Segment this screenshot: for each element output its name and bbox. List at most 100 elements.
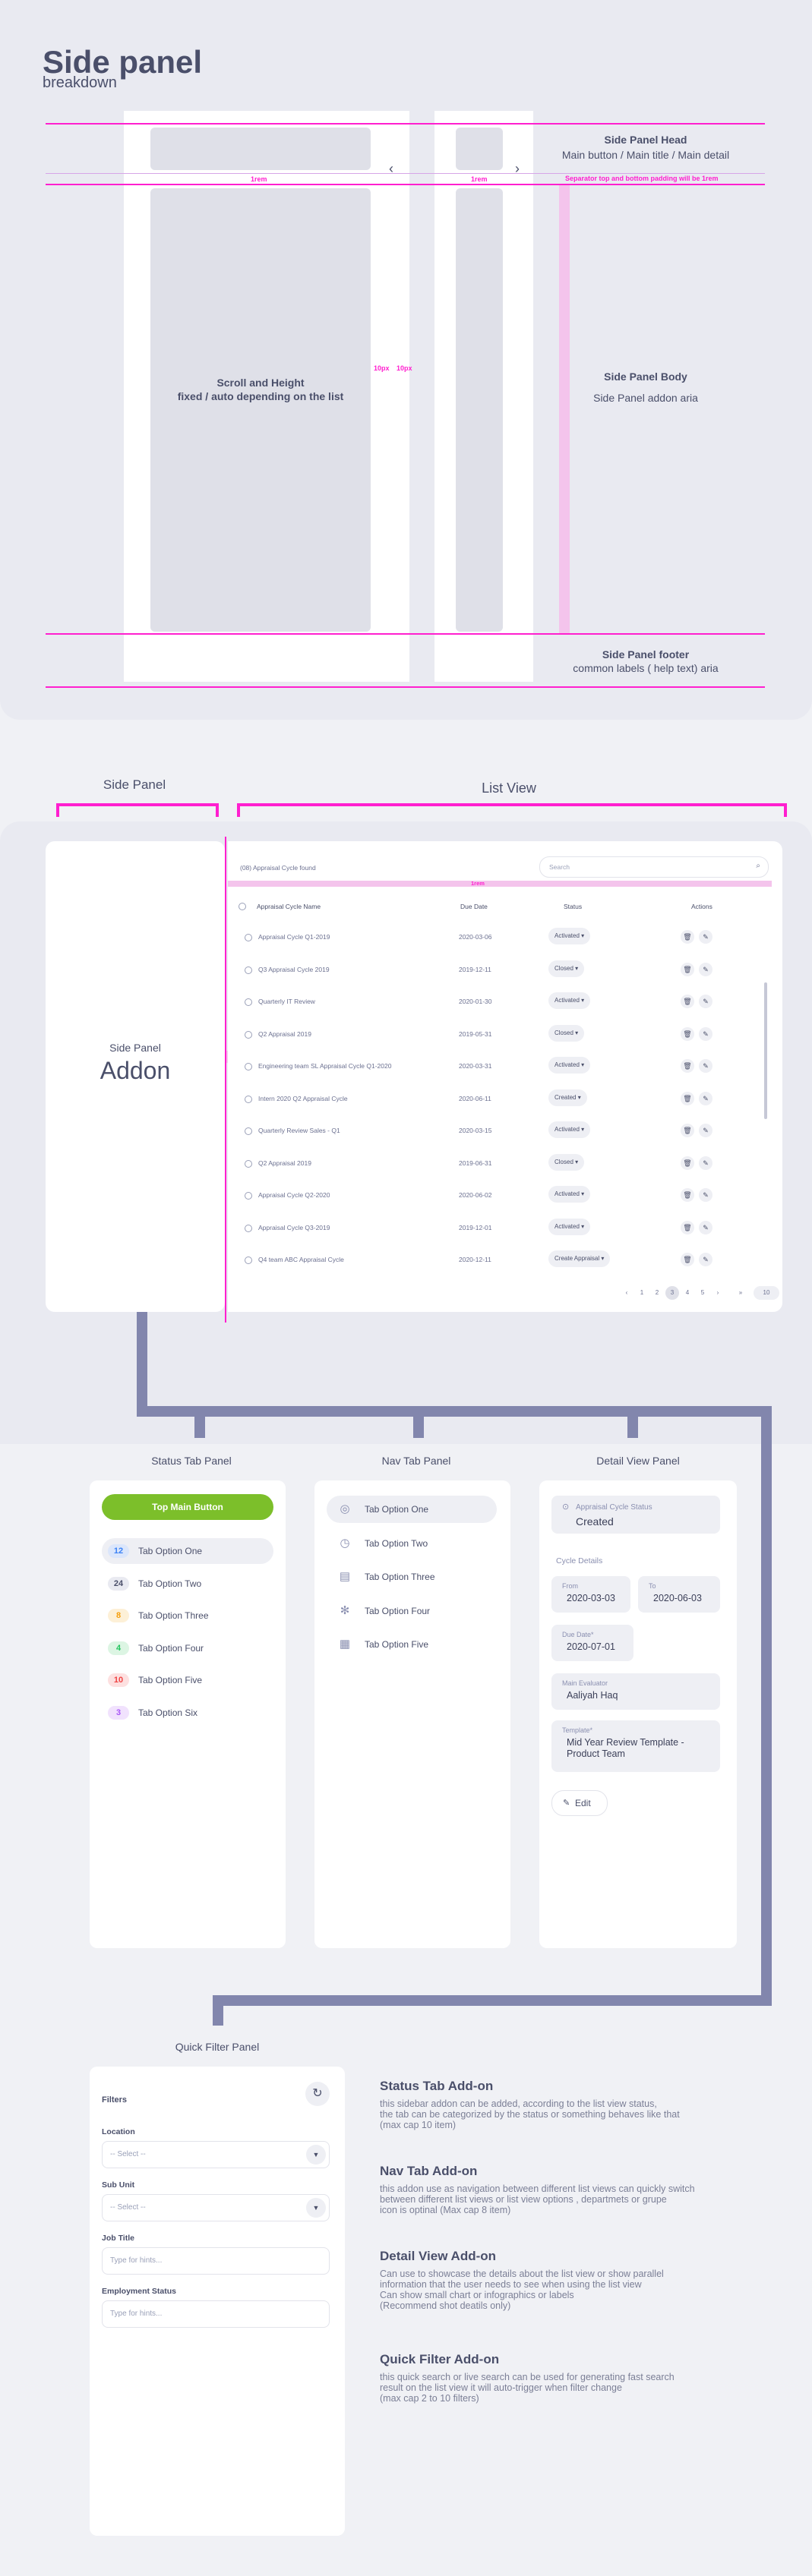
status-tab-item[interactable]: 10 Tab Option Five (102, 1667, 273, 1693)
row-checkbox[interactable] (245, 1127, 252, 1135)
subunit-select[interactable]: -- Select -- ▼ (102, 2194, 330, 2221)
table-row[interactable]: Appraisal Cycle Q2-2020 2020-06-02 Activat… (234, 1180, 754, 1211)
desc-nav-text: this addon use as navigation between dif… (380, 2183, 695, 2215)
status-badge[interactable]: Activated ▾ (548, 1121, 591, 1138)
status-text: Closed (554, 964, 573, 972)
status-badge[interactable]: Closed ▾ (548, 1153, 585, 1171)
status-tab-item[interactable]: 3 Tab Option Six (102, 1700, 273, 1726)
page-size-select[interactable]: 10 (754, 1286, 779, 1300)
employment-input[interactable]: Type for hints... (102, 2300, 330, 2328)
row-checkbox[interactable] (245, 1159, 252, 1168)
status-badge[interactable]: Activated ▾ (548, 928, 591, 944)
delete-icon[interactable]: 🗑 (681, 1253, 694, 1266)
edit-icon[interactable]: ✎ (699, 930, 712, 944)
status-badge[interactable]: Created ▾ (548, 1089, 587, 1106)
col-status[interactable]: Status (564, 903, 582, 910)
row-checkbox[interactable] (245, 1192, 252, 1200)
table-row[interactable]: Q4 team ABC Appraisal Cycle 2020-12-11 Cre… (234, 1244, 754, 1275)
row-checkbox[interactable] (245, 966, 252, 974)
arrow-left-icon[interactable]: ‹ (389, 161, 393, 177)
delete-icon[interactable]: 🗑 (681, 962, 694, 976)
status-tab-item[interactable]: 24 Tab Option Two (102, 1571, 273, 1597)
status-text: Closed (554, 1158, 573, 1165)
nav-tab-item[interactable]: ▤ Tab Option Three (327, 1563, 497, 1591)
nav-tab-item[interactable]: ▦ Tab Option Five (327, 1631, 497, 1658)
page-button[interactable]: » (734, 1286, 747, 1300)
delete-icon[interactable]: 🗑 (681, 1059, 694, 1073)
delete-icon[interactable]: 🗑 (681, 1220, 694, 1234)
desc-detail-text: Can use to showcase the details about th… (380, 2269, 664, 2311)
row-name: Appraisal Cycle Q1-2019 (258, 933, 330, 941)
table-row[interactable]: Q3 Appraisal Cycle 2019 2019-12-11 Closed … (234, 954, 754, 985)
tab-label: Tab Option One (365, 1504, 429, 1515)
edit-icon[interactable]: ✎ (699, 1026, 712, 1041)
row-checkbox[interactable] (245, 1030, 252, 1039)
page-button[interactable]: 5 (696, 1286, 709, 1300)
footer-title: Side Panel footer (602, 648, 690, 661)
row-checkbox[interactable] (245, 1063, 252, 1070)
col-name[interactable]: Appraisal Cycle Name (257, 903, 321, 910)
status-badge[interactable]: Activated ▾ (548, 1218, 591, 1235)
jobtitle-input[interactable]: Type for hints... (102, 2247, 330, 2275)
edit-icon[interactable]: ✎ (699, 1059, 712, 1073)
table-row[interactable]: Q2 Appraisal 2019 2019-06-31 Closed ▾ 🗑 ✎ (234, 1148, 754, 1179)
connector-bottom (213, 1995, 772, 2006)
edit-button[interactable]: ✎ Edit (551, 1790, 608, 1816)
status-tab-item[interactable]: 12 Tab Option One (102, 1538, 273, 1564)
detail-panel-title: Detail View Panel (596, 1455, 680, 1467)
table-row[interactable]: Quarterly IT Review 2020-01-30 Activated ▾… (234, 986, 754, 1017)
table-row[interactable]: Appraisal Cycle Q1-2019 2020-03-06 Activat… (234, 922, 754, 953)
page-button[interactable]: 4 (681, 1286, 694, 1300)
page-button[interactable]: ‹ (620, 1286, 633, 1300)
status-badge[interactable]: Closed ▾ (548, 960, 585, 977)
nav-tab-item[interactable]: ◷ Tab Option Two (327, 1530, 497, 1557)
delete-icon[interactable]: 🗑 (681, 1026, 694, 1041)
edit-icon[interactable]: ✎ (699, 1188, 712, 1202)
delete-icon[interactable]: 🗑 (681, 1124, 694, 1137)
delete-icon[interactable]: 🗑 (681, 1091, 694, 1105)
select-all-checkbox[interactable] (239, 903, 246, 910)
status-badge[interactable]: Create Appraisal ▾ (548, 1250, 611, 1267)
edit-icon[interactable]: ✎ (699, 962, 712, 976)
page-button[interactable]: › (711, 1286, 725, 1300)
table-row[interactable]: Engineering team SL Appraisal Cycle Q1-2… (234, 1051, 754, 1082)
refresh-icon[interactable]: ↻ (305, 2082, 330, 2106)
table-row[interactable]: Appraisal Cycle Q3-2019 2019-12-01 Activat… (234, 1212, 754, 1244)
nav-tab-item[interactable]: ◎ Tab Option One (327, 1496, 497, 1523)
arrow-right-icon[interactable]: › (515, 161, 520, 177)
subunit-label: Sub Unit (102, 2180, 135, 2190)
status-badge[interactable]: Activated ▾ (548, 992, 591, 1009)
edit-icon[interactable]: ✎ (699, 995, 712, 1008)
row-checkbox[interactable] (245, 1224, 252, 1232)
row-checkbox[interactable] (245, 934, 252, 941)
status-tab-item[interactable]: 8 Tab Option Three (102, 1603, 273, 1629)
edit-icon[interactable]: ✎ (699, 1124, 712, 1137)
location-select[interactable]: -- Select -- ▼ (102, 2141, 330, 2168)
delete-icon[interactable]: 🗑 (681, 1156, 694, 1170)
edit-icon[interactable]: ✎ (699, 1220, 712, 1234)
page-button[interactable]: 3 (665, 1286, 679, 1300)
table-row[interactable]: Quarterly Review Sales - Q1 2020-03-15 Act… (234, 1115, 754, 1146)
row-checkbox[interactable] (245, 1256, 252, 1264)
page-button[interactable]: 1 (635, 1286, 649, 1300)
table-row[interactable]: Q2 Appraisal 2019 2019-05-31 Closed ▾ 🗑 ✎ (234, 1019, 754, 1050)
status-badge[interactable]: Activated ▾ (548, 1186, 591, 1203)
delete-icon[interactable]: 🗑 (681, 930, 694, 944)
table-scrollbar[interactable] (764, 982, 767, 1119)
delete-icon[interactable]: 🗑 (681, 1188, 694, 1202)
row-checkbox[interactable] (245, 1095, 252, 1103)
status-badge[interactable]: Closed ▾ (548, 1024, 585, 1042)
top-main-button[interactable]: Top Main Button (102, 1494, 273, 1520)
table-row[interactable]: Intern 2020 Q2 Appraisal Cycle 2020-06-11… (234, 1083, 754, 1115)
row-checkbox[interactable] (245, 998, 252, 1006)
edit-icon[interactable]: ✎ (699, 1253, 712, 1266)
delete-icon[interactable]: 🗑 (681, 995, 694, 1008)
search-input[interactable]: Search ⌕ (539, 856, 769, 878)
status-badge[interactable]: Activated ▾ (548, 1057, 591, 1074)
col-date[interactable]: Due Date (460, 903, 488, 910)
status-tab-item[interactable]: 4 Tab Option Four (102, 1635, 273, 1661)
edit-icon[interactable]: ✎ (699, 1091, 712, 1105)
page-button[interactable]: 2 (650, 1286, 664, 1300)
edit-icon[interactable]: ✎ (699, 1156, 712, 1170)
nav-tab-item[interactable]: ✻ Tab Option Four (327, 1597, 497, 1625)
